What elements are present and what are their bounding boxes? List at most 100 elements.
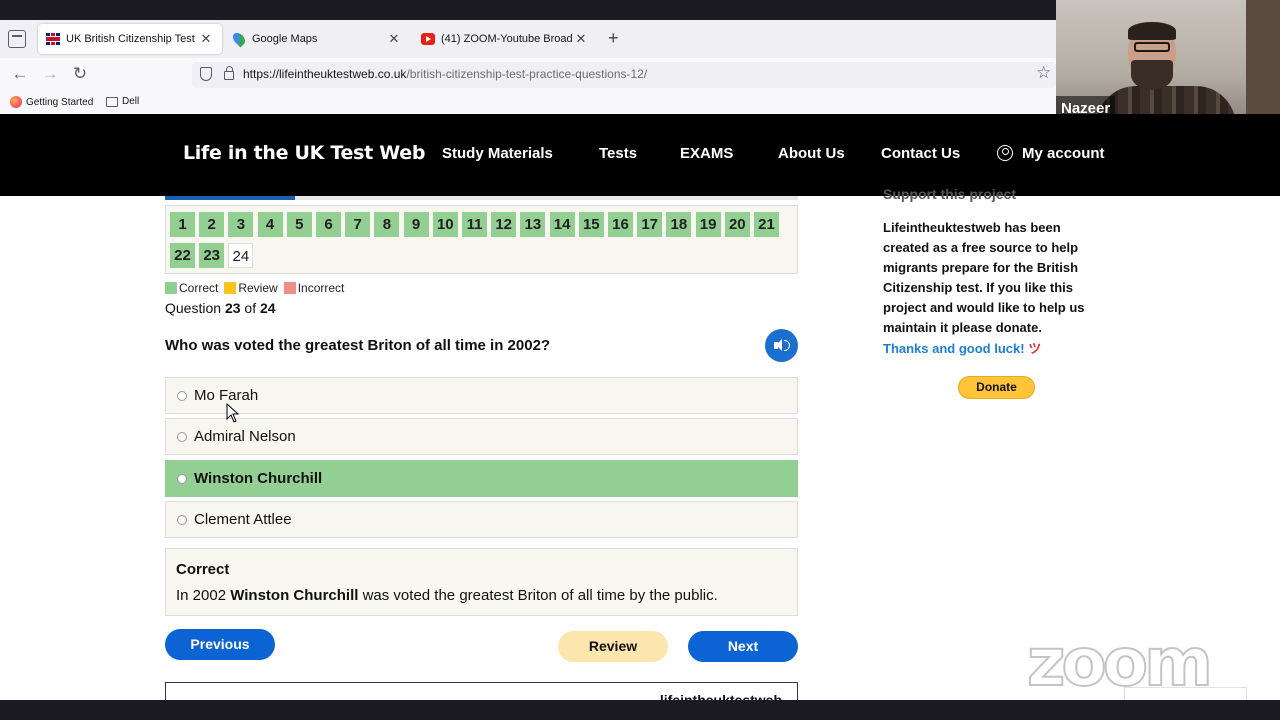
question-number-11[interactable]: 11 — [462, 212, 487, 237]
screen: UK British Citizenship Test Pract ✕ Goog… — [0, 0, 1280, 720]
question-number-8[interactable]: 8 — [374, 212, 400, 237]
quiz-progress-fill — [165, 196, 295, 200]
speaker-icon[interactable] — [765, 329, 798, 362]
menu-contact-us[interactable]: Contact Us — [881, 145, 960, 162]
legend-swatch-correct — [165, 282, 177, 294]
radio-button[interactable] — [177, 515, 187, 525]
answer-label: Clement Attlee — [194, 511, 292, 528]
menu-exams[interactable]: EXAMS — [680, 145, 733, 162]
quiz-progress-bar — [165, 196, 798, 200]
browser-tab-bar: UK British Citizenship Test Pract ✕ Goog… — [0, 20, 1056, 58]
tab-title: Google Maps — [252, 33, 318, 45]
previous-button[interactable]: Previous — [165, 629, 275, 660]
user-circle-icon[interactable] — [997, 145, 1013, 161]
bookmark-getting-started[interactable]: Getting Started — [10, 96, 93, 108]
feedback-text: In 2002 Winston Churchill was voted the … — [176, 587, 718, 604]
question-number-13[interactable]: 13 — [520, 212, 546, 237]
question-number-1[interactable]: 1 — [170, 212, 195, 237]
url-path: /british-citizenship-test-practice-quest… — [406, 67, 648, 81]
bookmark-star-icon[interactable]: ☆ — [1036, 63, 1051, 83]
tab-uk-citizenship[interactable]: UK British Citizenship Test Pract ✕ — [38, 24, 222, 54]
legend-label: Correct — [179, 281, 219, 295]
question-number-12[interactable]: 12 — [491, 212, 517, 237]
answer-option-admiral-nelson[interactable]: Admiral Nelson — [165, 418, 798, 455]
question-number-3[interactable]: 3 — [228, 212, 254, 237]
webcam-background — [1246, 0, 1280, 126]
question-number-9[interactable]: 9 — [403, 212, 429, 237]
legend-label: Incorrect — [297, 281, 345, 295]
sidebar-heading: Support this project — [883, 186, 1016, 202]
feedback-title: Correct — [176, 561, 230, 578]
question-number-22[interactable]: 22 — [170, 243, 195, 268]
review-button[interactable]: Review — [558, 631, 668, 662]
question-number-16[interactable]: 16 — [608, 212, 633, 237]
question-number-19[interactable]: 19 — [695, 212, 721, 237]
smile-emoji: ツ — [1028, 341, 1042, 356]
bookmark-dell[interactable]: Dell — [106, 96, 139, 107]
sidebar-text: Lifeintheuktestweb has been created as a… — [883, 220, 1085, 335]
firefox-icon — [10, 96, 22, 108]
question-number-6[interactable]: 6 — [316, 212, 341, 237]
question-navigator: 1 2 3 4 5 6 7 8 9 10 11 12 13 14 15 16 17 18 19 20 21 22 23 24 — [165, 205, 798, 274]
total-questions: 24 — [259, 300, 276, 316]
current-question-number: 23 — [224, 300, 241, 316]
answer-option-clement-attlee[interactable]: Clement Attlee — [165, 501, 798, 538]
list-all-tabs-icon[interactable] — [8, 30, 26, 48]
feedback-pre: In 2002 — [176, 587, 231, 604]
url-host: https://lifeintheuktestweb.co.uk — [243, 67, 407, 81]
new-tab-icon[interactable]: + — [608, 28, 619, 49]
tab-title: UK British Citizenship Test Pract — [66, 33, 198, 45]
question-number-10[interactable]: 10 — [432, 212, 458, 237]
radio-button[interactable] — [177, 432, 187, 442]
menu-my-account[interactable]: My account — [1022, 145, 1105, 162]
question-number-17[interactable]: 17 — [637, 212, 663, 237]
radio-button[interactable] — [177, 391, 187, 401]
webcam-person-glasses — [1134, 42, 1170, 52]
close-tab-icon[interactable]: ✕ — [386, 31, 402, 47]
question-number-20[interactable]: 20 — [724, 212, 750, 237]
lower-panel: lifeintheuktestweb — [165, 682, 798, 708]
question-number-21[interactable]: 21 — [754, 212, 779, 237]
close-tab-icon[interactable]: ✕ — [573, 31, 589, 47]
url-text[interactable]: https://lifeintheuktestweb.co.uk/british… — [243, 67, 647, 81]
question-number-15[interactable]: 15 — [578, 212, 604, 237]
lock-icon[interactable] — [224, 66, 234, 80]
answer-option-mo-farah[interactable]: Mo Farah — [165, 377, 798, 414]
tab-google-maps[interactable]: Google Maps ✕ — [226, 24, 410, 54]
question-number-4[interactable]: 4 — [257, 212, 283, 237]
tracking-protection-icon[interactable] — [200, 67, 212, 81]
back-icon[interactable]: ← — [10, 64, 30, 84]
reload-icon[interactable]: ↻ — [70, 64, 90, 84]
os-bottom-strip — [0, 700, 1280, 720]
tab-youtube[interactable]: (41) ZOOM-Youtube Broadcast ✕ — [413, 24, 597, 54]
bookmarks-bar: Getting Started Dell — [0, 91, 1056, 114]
site-header: Life in the UK Test Web Study Materials … — [0, 114, 1280, 196]
legend-correct: Correct — [165, 281, 218, 295]
next-button[interactable]: Next — [688, 631, 798, 662]
legend-incorrect: Incorrect — [283, 281, 345, 295]
status-legend: Correct Review Incorrect — [165, 281, 350, 295]
menu-tests[interactable]: Tests — [599, 145, 637, 162]
donate-button[interactable]: Donate — [958, 376, 1035, 399]
question-number-14[interactable]: 14 — [549, 212, 575, 237]
forward-icon[interactable]: → — [40, 64, 60, 84]
question-number-7[interactable]: 7 — [345, 212, 371, 237]
question-counter: Question 23 of 24 — [165, 300, 276, 316]
menu-study-materials[interactable]: Study Materials — [442, 145, 553, 162]
question-number-2[interactable]: 2 — [199, 212, 225, 237]
site-logo[interactable]: Life in the UK Test Web — [183, 142, 425, 164]
feedback-post: was voted the greatest Briton of all tim… — [358, 587, 718, 604]
legend-swatch-incorrect — [283, 282, 296, 294]
question-number-23[interactable]: 23 — [199, 243, 225, 268]
question-number-5[interactable]: 5 — [286, 212, 312, 237]
youtube-icon — [421, 33, 435, 45]
close-tab-icon[interactable]: ✕ — [198, 31, 214, 47]
menu-about-us[interactable]: About Us — [778, 145, 845, 162]
question-text: Who was voted the greatest Briton of all… — [165, 337, 551, 354]
question-label: Question — [165, 300, 222, 316]
radio-button[interactable] — [177, 474, 187, 484]
sidebar-thanks: Thanks and good luck! ツ — [883, 338, 1041, 357]
question-number-24[interactable]: 24 — [228, 243, 254, 268]
answer-option-winston-churchill[interactable]: Winston Churchill — [165, 460, 798, 497]
question-number-18[interactable]: 18 — [666, 212, 692, 237]
